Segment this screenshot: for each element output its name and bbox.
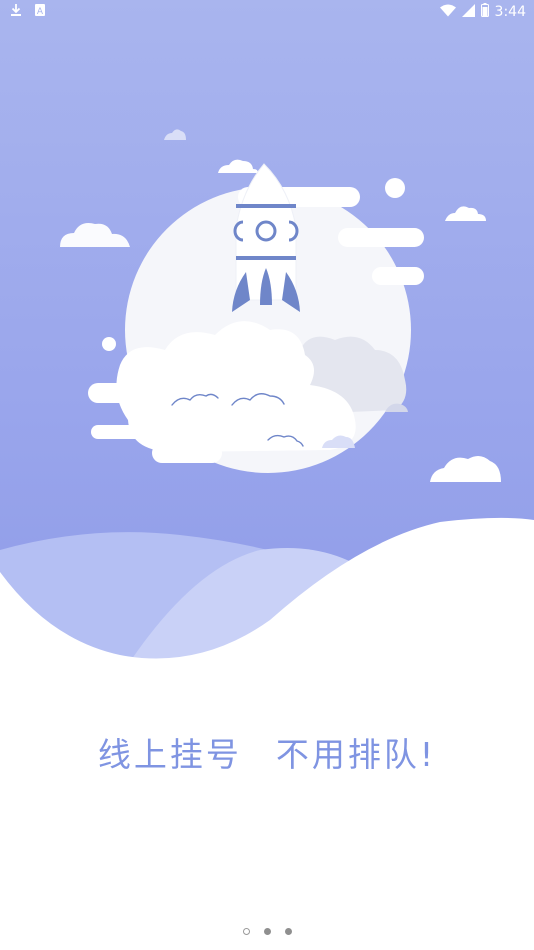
slogan-part-1: 线上挂号 <box>97 735 242 774</box>
cloud-icon <box>430 455 501 482</box>
cloud-icon <box>218 159 258 173</box>
page-dot-1[interactable] <box>242 928 250 935</box>
page-dot-3[interactable] <box>284 928 292 935</box>
cloud-icon <box>60 223 130 247</box>
page-dot-2[interactable] <box>263 928 271 935</box>
small-moon <box>385 178 405 198</box>
rocket-icon <box>232 163 300 312</box>
rocket-illustration <box>60 129 501 482</box>
slogan-text: 线上挂号 不用排队! <box>0 728 534 776</box>
cloud-icon <box>164 129 186 140</box>
page-indicator <box>0 928 534 935</box>
wave-divider <box>0 517 534 710</box>
cloud-icon <box>445 206 486 221</box>
slogan-part-2: 不用排队! <box>275 735 437 774</box>
